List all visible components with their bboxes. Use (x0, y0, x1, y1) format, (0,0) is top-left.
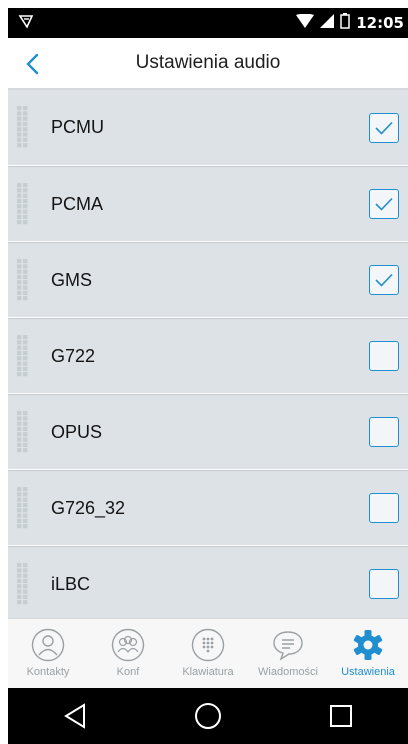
codec-checkbox[interactable] (369, 265, 399, 295)
nav-conf[interactable]: Konf (88, 619, 168, 688)
codec-row-g726-32: G726_32 (8, 470, 408, 546)
system-nav-bar (8, 688, 408, 744)
checkmark-icon (375, 273, 393, 287)
nav-keypad[interactable]: Klawiatura (168, 619, 248, 688)
signal-icon (320, 13, 335, 33)
notification-icon (18, 13, 34, 34)
bottom-nav: Kontakty Konf Klawiatura Wiadomości Usta… (8, 618, 408, 688)
codec-checkbox[interactable] (369, 189, 399, 219)
codec-label: GMS (51, 269, 93, 290)
codec-checkbox[interactable] (369, 112, 399, 143)
nav-messages[interactable]: Wiadomości (248, 619, 328, 688)
wifi-icon (296, 13, 315, 33)
drag-handle-icon[interactable] (17, 183, 29, 230)
codec-checkbox[interactable] (369, 417, 399, 447)
back-button[interactable] (18, 50, 46, 78)
codec-row-pcmu: PCMU (8, 90, 408, 166)
nav-settings[interactable]: Ustawienia (328, 619, 408, 688)
codec-label: iLBC (51, 573, 91, 594)
page-title: Ustawienia audio (135, 52, 281, 73)
checkmark-icon (375, 197, 393, 211)
person-icon (30, 627, 66, 663)
nav-keypad-label: Klawiatura (182, 666, 234, 678)
nav-contacts-label: Kontakty (26, 666, 70, 678)
nav-conf-label: Konf (116, 666, 140, 678)
codec-checkbox[interactable] (369, 569, 399, 599)
codec-label: G726_32 (51, 497, 126, 518)
checkmark-icon (375, 121, 393, 135)
codec-row-ilbc: iLBC (8, 546, 408, 622)
system-home-button[interactable] (178, 692, 238, 740)
status-bar: 12:05 (8, 8, 408, 38)
codec-row-opus: OPUS (8, 394, 408, 470)
keypad-icon (190, 627, 226, 663)
drag-handle-icon[interactable] (17, 563, 29, 610)
drag-handle-icon[interactable] (17, 487, 29, 534)
drag-handle-icon[interactable] (17, 335, 29, 382)
codec-row-pcma: PCMA (8, 166, 408, 242)
chat-bubble-icon (270, 627, 306, 663)
codec-checkbox[interactable] (369, 493, 399, 523)
codec-checkbox[interactable] (369, 341, 399, 371)
square-recents-icon (330, 705, 353, 727)
status-time: 12:05 (356, 14, 404, 32)
codec-list: PCMU PCMA GMS G722 OPUS G726_32 iLBC (8, 90, 408, 622)
gear-icon (350, 627, 386, 663)
drag-handle-icon[interactable] (17, 106, 29, 153)
codec-row-gms: GMS (8, 242, 408, 318)
nav-settings-label: Ustawienia (341, 666, 395, 678)
codec-label: OPUS (51, 421, 103, 442)
circle-home-icon (194, 703, 221, 729)
codec-label: G722 (51, 345, 96, 366)
nav-messages-label: Wiadomości (258, 666, 318, 678)
codec-row-g722: G722 (8, 318, 408, 394)
drag-handle-icon[interactable] (17, 411, 29, 458)
system-recents-button[interactable] (311, 692, 371, 740)
codec-label: PCMU (51, 117, 104, 137)
nav-contacts[interactable]: Kontakty (8, 619, 88, 688)
app-bar: Ustawienia audio (8, 38, 408, 90)
chevron-left-icon (26, 53, 39, 75)
drag-handle-icon[interactable] (17, 259, 29, 306)
battery-icon (340, 12, 350, 34)
triangle-back-icon (63, 703, 85, 729)
system-back-button[interactable] (45, 692, 105, 740)
group-icon (110, 627, 146, 663)
codec-label: PCMA (51, 193, 104, 214)
